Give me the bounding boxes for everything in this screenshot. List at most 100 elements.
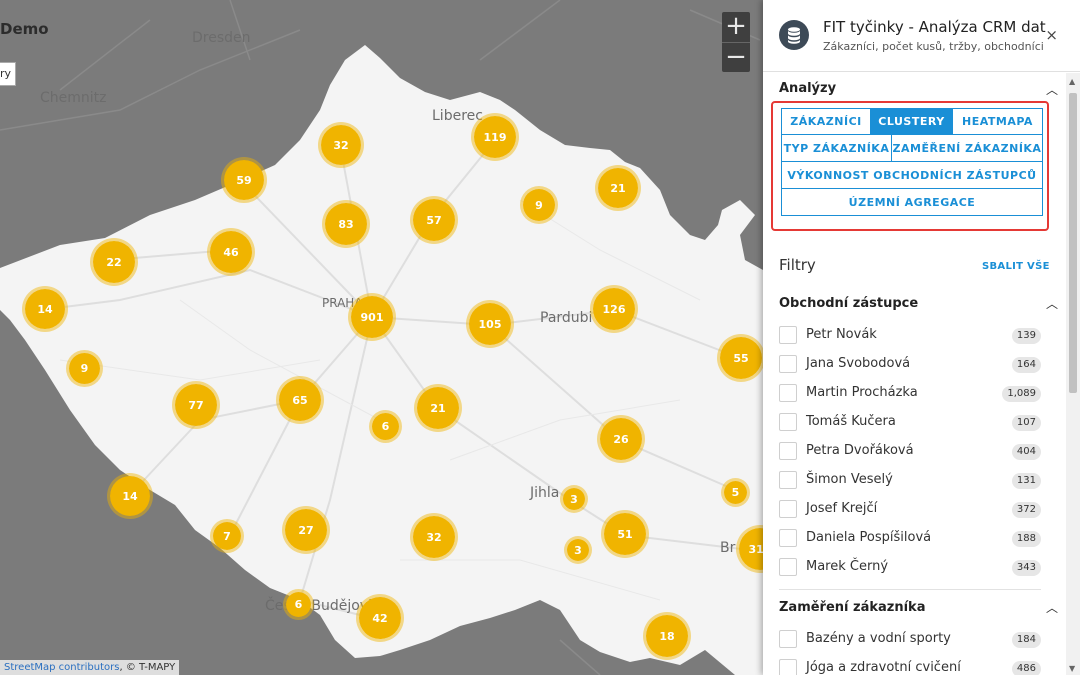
zoom-in-button[interactable]: +	[722, 12, 750, 42]
filter-row[interactable]: Tomáš Kučera 107	[779, 412, 1043, 434]
panel-subtitle: Zákazníci, počet kusů, tržby, obchodníci	[823, 40, 1044, 53]
filters-header: Filtry	[779, 256, 816, 274]
cluster-marker[interactable]: 126	[590, 285, 638, 333]
filter-row[interactable]: Šimon Veselý 131	[779, 470, 1043, 492]
checkbox[interactable]	[779, 355, 797, 373]
cluster-marker[interactable]: 83	[322, 200, 370, 248]
cluster-marker[interactable]: 65	[276, 376, 324, 424]
chevron-up-icon[interactable]: ︿	[1046, 599, 1058, 616]
zoom-out-button[interactable]: −	[722, 42, 750, 72]
heatmap-button[interactable]: Heatmapa	[952, 108, 1043, 135]
chevron-up-icon[interactable]: ︿	[1046, 295, 1058, 312]
checkbox[interactable]	[779, 326, 797, 344]
cluster-marker[interactable]: 18	[643, 612, 691, 660]
filter-label: Daniela Pospíšilová	[806, 530, 932, 545]
cluster-marker[interactable]: 59	[221, 157, 267, 203]
checkbox[interactable]	[779, 529, 797, 547]
zoom-control: + −	[722, 12, 750, 72]
checkbox[interactable]	[779, 500, 797, 518]
cluster-marker[interactable]: 14	[22, 286, 68, 332]
filter-label: Petr Novák	[806, 327, 877, 342]
cluster-marker[interactable]: 105	[466, 300, 514, 348]
cluster-marker[interactable]: 32	[410, 513, 458, 561]
clusters-button[interactable]: Clustery	[870, 108, 953, 135]
place-label-pardubice: Pardubi	[540, 310, 593, 326]
cluster-marker[interactable]: 3	[560, 485, 588, 513]
checkbox[interactable]	[779, 630, 797, 648]
filter-row[interactable]: Petr Novák 139	[779, 325, 1043, 347]
cluster-marker[interactable]: 46	[207, 228, 255, 276]
filter-row[interactable]: Martin Procházka 1,089	[779, 383, 1043, 405]
count-badge: 107	[1011, 415, 1041, 431]
app-title: Demo	[0, 20, 49, 38]
cluster-marker[interactable]: 22	[90, 238, 138, 286]
cluster-marker[interactable]: 5	[721, 478, 750, 507]
customer-focus-button[interactable]: Zaměření zákazníka	[891, 134, 1043, 162]
cluster-marker[interactable]: 119	[471, 113, 519, 161]
cluster-marker[interactable]: 901	[348, 293, 396, 341]
scroll-up-icon[interactable]: ▲	[1069, 77, 1075, 86]
filter-row[interactable]: Josef Krejčí 372	[779, 499, 1043, 521]
sales-rep-header[interactable]: Obchodní zástupce	[779, 296, 918, 311]
cluster-marker[interactable]: 42	[356, 594, 404, 642]
map-attribution: StreetMap contributors, © T-MAPY	[0, 660, 180, 675]
divider	[779, 589, 1041, 590]
attribution-text: , © T-MAPY	[119, 662, 176, 673]
place-label-dresden: Dresden	[192, 30, 251, 46]
filter-row[interactable]: Jana Svobodová 164	[779, 354, 1043, 376]
collapse-all-button[interactable]: SBALIT VŠE	[982, 261, 1050, 272]
filter-row[interactable]: Jóga a zdravotní cvičení 486	[779, 658, 1043, 675]
panel-header: FIT tyčinky - Analýza CRM dat Zákazníci,…	[763, 0, 1080, 72]
cluster-marker[interactable]: 9	[66, 350, 103, 387]
filter-label: Petra Dvořáková	[806, 443, 914, 458]
filter-row[interactable]: Petra Dvořáková 404	[779, 441, 1043, 463]
checkbox[interactable]	[779, 471, 797, 489]
count-badge: 343	[1011, 560, 1041, 576]
chevron-up-icon[interactable]: ︿	[1046, 81, 1058, 98]
cluster-marker[interactable]: 6	[283, 589, 314, 620]
cluster-marker[interactable]: 3	[564, 536, 592, 564]
cluster-marker[interactable]: 27	[282, 506, 330, 554]
cluster-marker[interactable]: 32	[318, 122, 364, 168]
cluster-marker[interactable]: 6	[369, 410, 402, 443]
filter-row[interactable]: Daniela Pospíšilová 188	[779, 528, 1043, 550]
map-control-chip[interactable]: ry	[0, 62, 16, 86]
analysis-buttons-highlight: Zákazníci Clustery Heatmapa Typ zákazník…	[771, 101, 1049, 231]
cluster-marker[interactable]: 55	[717, 334, 763, 382]
map-view[interactable]: Demo ry Dresden Chemnitz Liberec PRAHA P…	[0, 0, 763, 675]
count-badge: 1,089	[1002, 386, 1041, 402]
filter-label: Tomáš Kučera	[806, 414, 896, 429]
cluster-marker[interactable]: 14	[107, 473, 153, 519]
database-icon	[779, 20, 809, 50]
panel-content[interactable]: Analýzy ︿ Zákazníci Clustery Heatmapa Ty…	[763, 73, 1066, 675]
panel-title: FIT tyčinky - Analýza CRM dat	[823, 18, 1046, 36]
cluster-marker[interactable]: 51	[601, 510, 649, 558]
count-badge: 372	[1011, 502, 1041, 518]
cluster-marker[interactable]: 21	[414, 384, 462, 432]
cluster-marker[interactable]: 21	[595, 165, 641, 211]
cluster-marker[interactable]: 57	[410, 196, 458, 244]
customer-focus-header[interactable]: Zaměření zákazníka	[779, 600, 925, 615]
analyses-header[interactable]: Analýzy	[779, 81, 836, 96]
scroll-down-icon[interactable]: ▼	[1069, 664, 1075, 673]
filter-row[interactable]: Marek Černý 343	[779, 557, 1043, 579]
customer-type-button[interactable]: Typ zákazníka	[781, 134, 892, 162]
customers-button[interactable]: Zákazníci	[781, 108, 871, 135]
panel-scrollbar[interactable]: ▲ ▼	[1066, 73, 1080, 675]
count-badge: 131	[1011, 473, 1041, 489]
territorial-aggregation-button[interactable]: Územní agregace	[781, 188, 1043, 216]
close-icon[interactable]: ×	[1045, 26, 1058, 44]
cluster-marker[interactable]: 26	[597, 415, 645, 463]
sales-performance-button[interactable]: Výkonnost obchodních zástupců	[781, 161, 1043, 189]
checkbox[interactable]	[779, 384, 797, 402]
filter-row[interactable]: Bazény a vodní sporty 184	[779, 629, 1043, 651]
attribution-link[interactable]: StreetMap contributors	[4, 662, 119, 673]
cluster-marker[interactable]: 7	[210, 519, 244, 553]
cluster-marker[interactable]: 9	[520, 186, 558, 224]
checkbox[interactable]	[779, 413, 797, 431]
cluster-marker[interactable]: 77	[172, 381, 220, 429]
checkbox[interactable]	[779, 442, 797, 460]
checkbox[interactable]	[779, 659, 797, 675]
checkbox[interactable]	[779, 558, 797, 576]
scrollbar-thumb[interactable]	[1069, 93, 1077, 393]
